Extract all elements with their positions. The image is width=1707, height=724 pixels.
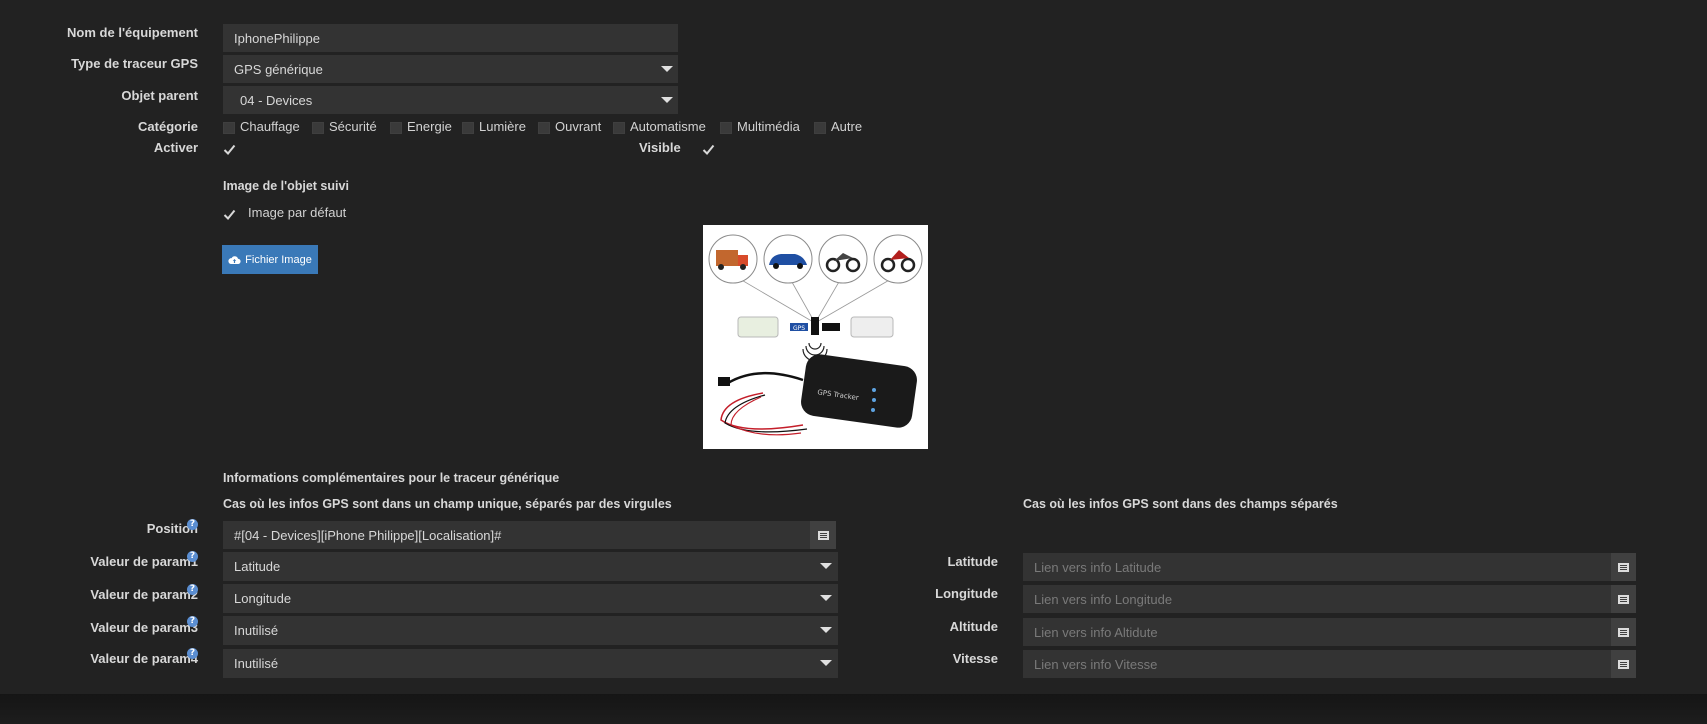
- speed-input[interactable]: Lien vers info Vitesse: [1023, 650, 1611, 678]
- default-image-checkbox[interactable]: [223, 208, 236, 221]
- param1-value: Latitude: [234, 559, 281, 574]
- chevron-down-icon: [820, 627, 832, 633]
- category-checkbox-multimedia[interactable]: [720, 122, 732, 134]
- activate-label: Activer: [153, 140, 198, 155]
- chevron-down-icon: [661, 66, 673, 72]
- altitude-label: Altitude: [949, 619, 998, 634]
- list-icon: [1618, 627, 1629, 637]
- category-label-autre: Autre: [831, 119, 863, 134]
- param1-label: Valeur de param1: [90, 554, 198, 569]
- altitude-placeholder: Lien vers info Altidute: [1034, 624, 1158, 640]
- category-label-lumiere: Lumière: [479, 119, 526, 134]
- cloud-upload-icon: [228, 255, 241, 264]
- category-checkbox-autre[interactable]: [814, 122, 826, 134]
- parent-object-label: Objet parent: [121, 88, 198, 103]
- tracker-type-select[interactable]: GPS générique: [223, 55, 678, 83]
- altitude-input[interactable]: Lien vers info Altidute: [1023, 618, 1611, 646]
- image-section-title: Image de l'objet suivi: [223, 179, 349, 193]
- category-checkbox-lumiere[interactable]: [462, 122, 474, 134]
- speed-placeholder: Lien vers info Vitesse: [1034, 656, 1158, 672]
- help-icon[interactable]: ?: [187, 616, 198, 627]
- param3-value: Inutilisé: [234, 623, 279, 638]
- longitude-select-command-button[interactable]: [1611, 585, 1636, 613]
- category-label-energie: Energie: [407, 119, 452, 134]
- default-image-label: Image par défaut: [248, 205, 347, 220]
- longitude-label: Longitude: [935, 586, 998, 601]
- param4-label: Valeur de param4: [90, 651, 198, 666]
- param3-label: Valeur de param3: [90, 620, 198, 635]
- category-checkbox-automatisme[interactable]: [613, 122, 625, 134]
- list-icon: [817, 530, 829, 540]
- param2-label: Valeur de param2: [90, 587, 198, 602]
- position-value: #[04 - Devices][iPhone Philippe][Localis…: [234, 527, 502, 543]
- visible-label: Visible: [639, 140, 681, 155]
- category-checkbox-securite[interactable]: [312, 122, 324, 134]
- chevron-down-icon: [661, 97, 673, 103]
- category-label: Catégorie: [138, 119, 198, 134]
- latitude-input[interactable]: Lien vers info Latitude: [1023, 553, 1611, 581]
- speed-label: Vitesse: [952, 651, 998, 666]
- chevron-down-icon: [820, 660, 832, 666]
- page-footer: [0, 694, 1707, 724]
- position-select-command-button[interactable]: [810, 521, 836, 549]
- single-field-heading: Cas où les infos GPS sont dans un champ …: [223, 497, 672, 511]
- category-label-automatisme: Automatisme: [630, 119, 706, 134]
- category-label-multimedia: Multimédia: [737, 119, 800, 134]
- latitude-select-command-button[interactable]: [1611, 553, 1636, 581]
- parent-object-value: 04 - Devices: [240, 92, 313, 108]
- help-icon[interactable]: ?: [187, 648, 198, 659]
- longitude-input[interactable]: Lien vers info Longitude: [1023, 585, 1611, 613]
- list-icon: [1618, 659, 1629, 669]
- speed-select-command-button[interactable]: [1611, 650, 1636, 678]
- parent-object-select[interactable]: 04 - Devices: [223, 86, 678, 114]
- param4-select[interactable]: Inutilisé: [223, 649, 838, 678]
- help-icon[interactable]: ?: [187, 551, 198, 562]
- activate-checkbox[interactable]: [223, 143, 236, 156]
- equipment-name-value: IphonePhilippe: [234, 30, 321, 46]
- category-checkbox-ouvrant[interactable]: [538, 122, 550, 134]
- chevron-down-icon: [820, 595, 832, 601]
- param2-value: Longitude: [234, 591, 292, 606]
- tracker-type-label: Type de traceur GPS: [71, 56, 198, 71]
- category-label-ouvrant: Ouvrant: [555, 119, 602, 134]
- category-checkbox-chauffage[interactable]: [223, 122, 235, 134]
- help-icon[interactable]: ?: [187, 584, 198, 595]
- generic-section-title: Informations complémentaires pour le tra…: [223, 471, 560, 485]
- longitude-placeholder: Lien vers info Longitude: [1034, 591, 1173, 607]
- param3-select[interactable]: Inutilisé: [223, 616, 838, 645]
- category-label-chauffage: Chauffage: [240, 119, 300, 134]
- help-icon[interactable]: ?: [187, 519, 198, 530]
- tracker-type-value: GPS générique: [234, 61, 323, 77]
- separate-fields-heading: Cas où les infos GPS sont dans des champ…: [1023, 497, 1338, 511]
- latitude-label: Latitude: [947, 554, 998, 569]
- equipment-name-input[interactable]: IphonePhilippe: [223, 24, 678, 52]
- param1-select[interactable]: Latitude: [223, 552, 838, 581]
- equipment-name-label: Nom de l'équipement: [67, 25, 198, 40]
- upload-image-button[interactable]: Fichier Image: [222, 245, 318, 274]
- position-input[interactable]: #[04 - Devices][iPhone Philippe][Localis…: [223, 521, 810, 549]
- chevron-down-icon: [820, 563, 832, 569]
- latitude-placeholder: Lien vers info Latitude: [1034, 559, 1162, 575]
- tracked-object-image: GPS GPS Tracker: [703, 225, 928, 449]
- altitude-select-command-button[interactable]: [1611, 618, 1636, 646]
- gps-badge: GPS: [793, 325, 805, 332]
- param4-value: Inutilisé: [234, 656, 279, 671]
- visible-checkbox[interactable]: [702, 143, 715, 156]
- list-icon: [1618, 562, 1629, 572]
- upload-image-button-label: Fichier Image: [245, 253, 312, 266]
- param2-select[interactable]: Longitude: [223, 584, 838, 613]
- category-label-securite: Sécurité: [329, 119, 377, 134]
- category-checkbox-energie[interactable]: [390, 122, 402, 134]
- list-icon: [1618, 594, 1629, 604]
